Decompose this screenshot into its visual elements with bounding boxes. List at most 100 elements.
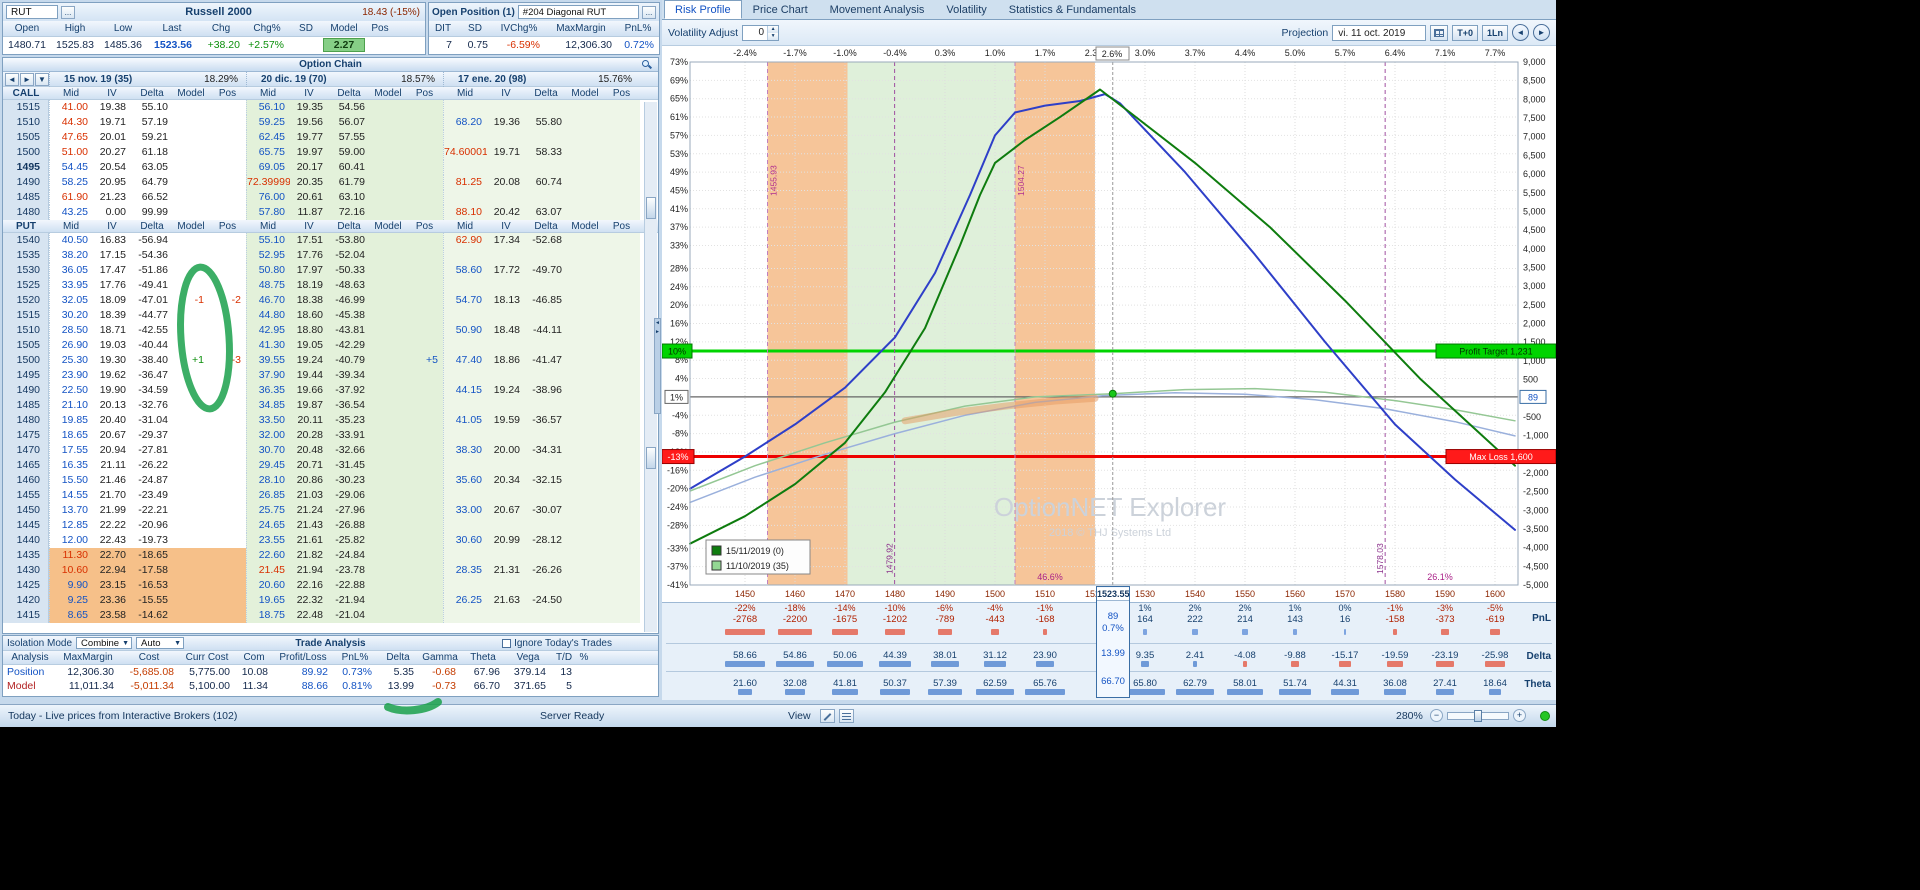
put-row-1495[interactable]: 149523.9019.62-36.4737.9019.44-39.34	[3, 368, 658, 383]
spin-up-icon[interactable]: ▲	[768, 26, 778, 33]
put-row-1480[interactable]: 148019.8520.40-31.0433.5020.11-35.2341.0…	[3, 413, 658, 428]
panel-splitter[interactable]: ◄►	[654, 318, 661, 414]
step-back-button[interactable]: ◄	[1512, 24, 1529, 41]
option-chain-title: Option Chain	[299, 59, 362, 70]
analysis-tabs: Risk ProfilePrice ChartMovement Analysis…	[662, 0, 1556, 20]
ignore-trades-toggle[interactable]: Ignore Today's Trades	[502, 638, 612, 649]
put-row-1440[interactable]: 144012.0022.43-19.7323.5521.61-25.8230.6…	[3, 533, 658, 548]
call-row-1500[interactable]: 150051.0020.2761.1865.7519.9759.0074.600…	[3, 145, 658, 160]
position-selector[interactable]: #204 Diagonal RUT Nov19	[518, 5, 639, 19]
svg-text:-20%: -20%	[667, 484, 688, 494]
call-row-1495[interactable]: 149554.4520.5463.0569.0520.1760.41	[3, 160, 658, 175]
svg-text:89: 89	[1528, 392, 1538, 402]
call-row-1490[interactable]: 149058.2520.9564.7972.3999920.3561.7981.…	[3, 175, 658, 190]
trade-row-Model[interactable]: Model11,011.34-5,011.345,100.0011.3488.6…	[3, 679, 658, 693]
put-row-1490[interactable]: 149022.5019.90-34.5936.3519.66-37.9244.1…	[3, 383, 658, 398]
quote-col-SD: SD	[289, 22, 323, 35]
one-line-button[interactable]: 1Ln	[1482, 25, 1508, 41]
t-plus-0-button[interactable]: T+0	[1452, 25, 1478, 41]
put-row-1535[interactable]: 153538.2017.15-54.3652.9517.76-52.04	[3, 248, 658, 263]
put-row-1470[interactable]: 147017.5520.94-27.8130.7020.48-32.6638.3…	[3, 443, 658, 458]
svg-text:1510: 1510	[1035, 589, 1055, 599]
tab-risk-profile[interactable]: Risk Profile	[664, 0, 742, 19]
put-row-1485[interactable]: 148521.1020.13-32.7634.8519.87-36.54	[3, 398, 658, 413]
auto-select[interactable]: Auto▼	[136, 637, 184, 649]
tab-movement-analysis[interactable]: Movement Analysis	[819, 0, 936, 19]
call-row-1515[interactable]: 151541.0019.3855.1056.1019.3554.56	[3, 100, 658, 115]
current-pnl-pct: 0.7%	[1097, 623, 1129, 634]
op-value-MaxMargin: 12,306.30	[545, 39, 617, 51]
edit-icon[interactable]	[820, 709, 835, 723]
symbol-input[interactable]: RUT	[6, 5, 58, 19]
zoom-slider[interactable]	[1447, 712, 1509, 720]
zoom-in-icon[interactable]: +	[1513, 709, 1526, 722]
put-row-1435[interactable]: 143511.3022.70-18.6522.6021.82-24.84	[3, 548, 658, 563]
svg-text:-2,000: -2,000	[1523, 468, 1549, 478]
trade-analysis-panel: Trade Analysis Isolation Mode Combine▼ A…	[2, 635, 659, 697]
symbol-more-button[interactable]: ...	[61, 6, 75, 19]
trade-row-Position[interactable]: Position12,306.30-5,685.085,775.0010.088…	[3, 665, 658, 679]
put-row-1450[interactable]: 145013.7021.99-22.2125.7521.24-27.9633.0…	[3, 503, 658, 518]
search-icon[interactable]	[642, 60, 652, 70]
put-row-1505[interactable]: 150526.9019.03-40.4441.3019.05-42.29	[3, 338, 658, 353]
chain-dropdown-icon[interactable]: ▼	[35, 73, 49, 86]
quote-value-Chg%: +2.57%	[245, 39, 289, 51]
put-row-1525[interactable]: 152533.9517.76-49.4148.7518.19-48.63	[3, 278, 658, 293]
expiration-header-2[interactable]: 17 ene. 20 (98)15.76%	[443, 72, 640, 87]
ignore-trades-checkbox[interactable]	[502, 639, 511, 648]
notes-icon[interactable]	[839, 709, 854, 723]
put-row-1425[interactable]: 14259.9023.15-16.5320.6022.16-22.88	[3, 578, 658, 593]
svg-text:41%: 41%	[670, 204, 688, 214]
quote-col-High: High	[51, 22, 99, 35]
svg-text:1550: 1550	[1235, 589, 1255, 599]
put-row-1530[interactable]: 153036.0517.47-51.8650.8017.97-50.3358.6…	[3, 263, 658, 278]
put-row-1455[interactable]: 145514.5521.70-23.4926.8521.03-29.06	[3, 488, 658, 503]
call-row-1505[interactable]: 150547.6520.0159.2162.4519.7757.55	[3, 130, 658, 145]
calendar-icon[interactable]	[1430, 25, 1448, 41]
put-row-1430[interactable]: 143010.6022.94-17.5821.4521.94-23.7828.3…	[3, 563, 658, 578]
svg-text:1455.93: 1455.93	[769, 165, 779, 196]
tab-statistics-fundamentals[interactable]: Statistics & Fundamentals	[998, 0, 1147, 19]
delta-strip-label: Delta	[1527, 651, 1551, 662]
put-row-1475[interactable]: 147518.6520.67-29.3732.0020.28-33.91	[3, 428, 658, 443]
expiration-header-1[interactable]: 20 dic. 19 (70)18.57%	[246, 72, 443, 87]
svg-text:-4,500: -4,500	[1523, 561, 1549, 571]
put-row-1460[interactable]: 146015.5021.46-24.8728.1020.86-30.2335.6…	[3, 473, 658, 488]
spin-down-icon[interactable]: ▼	[768, 33, 778, 40]
view-label[interactable]: View	[788, 710, 811, 722]
svg-text:9,000: 9,000	[1523, 57, 1546, 67]
tab-volatility[interactable]: Volatility	[935, 0, 997, 19]
put-row-1420[interactable]: 14209.2523.36-15.5519.6522.32-21.9426.25…	[3, 593, 658, 608]
risk-profile-chart[interactable]: -2.4%1450-1.7%1460-1.0%1470-0.4%14800.3%…	[662, 46, 1556, 602]
put-row-1520[interactable]: 152032.0518.09-47.01-1-246.7018.38-46.99…	[3, 293, 658, 308]
quote-col-Open: Open	[3, 22, 51, 35]
svg-text:1600: 1600	[1485, 589, 1505, 599]
volatility-adjust-stepper[interactable]: 0 ▲▼	[742, 25, 779, 41]
svg-text:3,500: 3,500	[1523, 262, 1546, 272]
in-range-zone	[848, 62, 1016, 585]
call-row-1480[interactable]: 148043.250.0099.9957.8011.8772.1688.1020…	[3, 205, 658, 220]
zoom-out-icon[interactable]: −	[1430, 709, 1443, 722]
quote-col-Model: Model	[323, 22, 365, 35]
chain-prev-icon[interactable]: ◄	[5, 73, 19, 86]
projection-date-field[interactable]: vi. 11 oct. 2019	[1332, 25, 1426, 41]
put-row-1510[interactable]: 151028.5018.71-42.5542.9518.80-43.8150.9…	[3, 323, 658, 338]
position-more-button[interactable]: ...	[642, 6, 656, 19]
svg-text:0.3%: 0.3%	[935, 48, 956, 58]
call-row-1485[interactable]: 148561.9021.2366.5276.0020.6163.10	[3, 190, 658, 205]
put-row-1500[interactable]: 150025.3019.30-38.40+1-339.5519.24-40.79…	[3, 353, 658, 368]
chain-next-icon[interactable]: ►	[20, 73, 34, 86]
svg-text:6.4%: 6.4%	[1385, 48, 1406, 58]
put-row-1540[interactable]: 154040.5016.83-56.9455.1017.51-53.8062.9…	[3, 233, 658, 248]
isolation-mode-select[interactable]: Combine▼	[76, 637, 132, 649]
svg-text:-1.7%: -1.7%	[783, 48, 807, 58]
expiration-header-0[interactable]: 15 nov. 19 (35)18.29%	[49, 72, 246, 87]
tab-price-chart[interactable]: Price Chart	[742, 0, 819, 19]
put-row-1465[interactable]: 146516.3521.11-26.2229.4520.71-31.45	[3, 458, 658, 473]
put-row-1415[interactable]: 14158.6523.58-14.6218.7522.48-21.04	[3, 608, 658, 623]
call-row-1510[interactable]: 151044.3019.7157.1959.2519.5656.0768.201…	[3, 115, 658, 130]
trade-analysis-headers: AnalysisMaxMarginCostCurr CostComProfit/…	[3, 651, 658, 665]
step-forward-button[interactable]: ►	[1533, 24, 1550, 41]
put-row-1445[interactable]: 144512.8522.22-20.9624.6521.43-26.88	[3, 518, 658, 533]
put-row-1515[interactable]: 151530.2018.39-44.7744.8018.60-45.38	[3, 308, 658, 323]
